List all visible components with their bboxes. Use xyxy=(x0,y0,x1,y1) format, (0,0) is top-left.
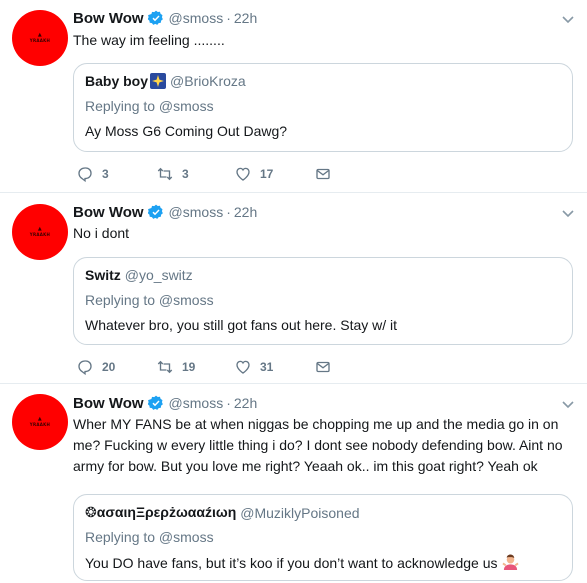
avatar[interactable]: ▲ YRAAKH xyxy=(12,204,68,260)
like-count: 31 xyxy=(260,360,274,374)
heart-icon xyxy=(236,360,250,374)
avatar-logo-icon: ▲ YRAAKH xyxy=(29,32,51,43)
quoted-author-name: Baby boy xyxy=(85,73,149,89)
author-name[interactable]: Bow Wow xyxy=(73,204,144,221)
quoted-text-line: You DO have fans, but it’s koo if you do… xyxy=(85,554,520,571)
reply-button[interactable]: 20 xyxy=(76,358,115,376)
tweet-1[interactable]: ▲ YRAAKH Bow Wow @smoss · 22h The way im … xyxy=(0,0,587,193)
tweet-text: The way im feeling ........ xyxy=(73,32,225,48)
heart-icon xyxy=(236,167,250,181)
avatar[interactable]: ▲ YRAAKH xyxy=(12,10,68,66)
tweet-3[interactable]: ▲ YRAAKH Bow Wow @smoss · 22h Wher MY FAN… xyxy=(0,384,587,583)
quoted-author-handle: @MuziklyPoisoned xyxy=(240,504,360,521)
author-handle[interactable]: @smoss xyxy=(169,10,224,26)
avatar[interactable]: ▲ YRAAKH xyxy=(12,394,68,450)
tweet-text: No i dont xyxy=(73,225,130,241)
chevron-down-icon[interactable] xyxy=(561,12,575,26)
reply-icon xyxy=(78,360,92,376)
replying-to: Replying to @smoss xyxy=(85,98,214,114)
envelope-icon xyxy=(316,361,330,373)
envelope-icon xyxy=(316,168,330,180)
dm-button[interactable] xyxy=(314,165,332,183)
timestamp[interactable]: 22h xyxy=(234,395,257,411)
reply-button[interactable]: 3 xyxy=(76,165,109,183)
quoted-header: Switz @yo_switz xyxy=(85,267,193,283)
chevron-down-icon[interactable] xyxy=(561,397,575,411)
quoted-header: ❂ασαιηΞρερżωααźιωη @MuziklyPoisoned xyxy=(85,504,360,521)
retweet-count: 19 xyxy=(182,360,196,374)
person-shrugging-emoji-icon xyxy=(502,554,520,571)
retweet-count: 3 xyxy=(182,167,189,181)
tweet-header: Bow Wow @smoss · 22h xyxy=(73,8,257,28)
verified-badge-icon xyxy=(147,204,163,219)
author-handle[interactable]: @smoss xyxy=(169,395,224,411)
avatar-logo-icon: ▲ YRAAKH xyxy=(29,226,51,237)
reply-icon xyxy=(78,167,92,183)
separator-dot: · xyxy=(226,395,231,411)
quoted-text: Whatever bro, you still got fans out her… xyxy=(85,317,398,333)
like-button[interactable]: 17 xyxy=(234,165,273,183)
tweet-text: Wher MY FANS be at when niggas be choppi… xyxy=(73,416,563,474)
reply-count: 20 xyxy=(102,360,116,374)
like-button[interactable]: 31 xyxy=(234,358,273,376)
retweet-icon xyxy=(157,360,173,374)
quoted-header: Baby boy @BrioKroza xyxy=(85,73,246,89)
tweet-header: Bow Wow @smoss · 22h xyxy=(73,202,257,222)
quoted-author-handle: @yo_switz xyxy=(124,267,193,283)
quoted-tweet[interactable]: Baby boy @BrioKroza Replying to @smoss A… xyxy=(73,63,573,152)
quoted-tweet[interactable]: Switz @yo_switz Replying to @smoss Whate… xyxy=(73,257,573,345)
quoted-tweet[interactable]: ❂ασαιηΞρερżωααźιωη @MuziklyPoisoned Repl… xyxy=(73,494,573,581)
avatar-logo-icon: ▲ YRAAKH xyxy=(29,416,51,427)
sparkle-emoji-icon xyxy=(150,73,167,89)
verified-badge-icon xyxy=(147,10,163,25)
quoted-text: You DO have fans, but it’s koo if you do… xyxy=(85,554,498,571)
replying-to: Replying to @smoss xyxy=(85,529,214,545)
separator-dot: · xyxy=(226,204,231,220)
quoted-author-name: Switz xyxy=(85,267,121,283)
dm-button[interactable] xyxy=(314,358,332,376)
quoted-text: Ay Moss G6 Coming Out Dawg? xyxy=(85,123,288,139)
timestamp[interactable]: 22h xyxy=(234,204,257,220)
verified-badge-icon xyxy=(147,395,163,410)
tweet-2[interactable]: ▲ YRAAKH Bow Wow @smoss · 22h No i dont S… xyxy=(0,193,587,384)
retweet-button[interactable]: 19 xyxy=(156,358,195,376)
separator-dot: · xyxy=(226,10,231,26)
reply-count: 3 xyxy=(102,167,109,181)
author-name[interactable]: Bow Wow xyxy=(73,10,144,27)
quoted-author-name: ❂ασαιηΞρερżωααźιωη xyxy=(85,504,237,520)
retweet-icon xyxy=(157,167,173,181)
author-name[interactable]: Bow Wow xyxy=(73,395,144,412)
tweet-header: Bow Wow @smoss · 22h xyxy=(73,393,257,413)
quoted-author-handle: @BrioKroza xyxy=(170,73,246,89)
replying-to: Replying to @smoss xyxy=(85,292,214,308)
author-handle[interactable]: @smoss xyxy=(169,204,224,220)
chevron-down-icon[interactable] xyxy=(561,206,575,220)
like-count: 17 xyxy=(260,167,274,181)
retweet-button[interactable]: 3 xyxy=(156,165,189,183)
timestamp[interactable]: 22h xyxy=(234,10,257,26)
